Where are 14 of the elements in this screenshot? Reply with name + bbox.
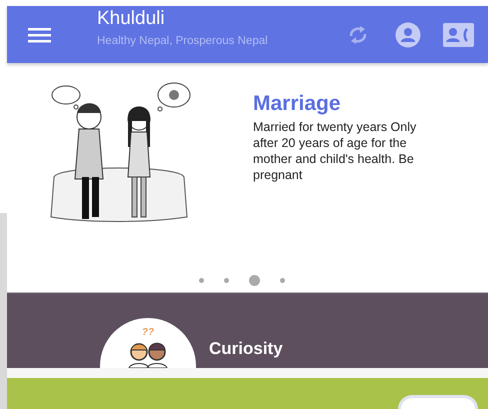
contact-card-button[interactable] [443, 22, 474, 46]
app-subtitle: Healthy Nepal, Prosperous Nepal [97, 34, 269, 49]
slide-indicator-dot[interactable] [224, 278, 228, 283]
question-marks: ?? [142, 328, 154, 338]
contact-card-icon [443, 22, 474, 46]
account-icon [395, 22, 421, 48]
app-title: Khulduli [97, 8, 166, 30]
slide-indicator-dot[interactable] [248, 275, 260, 286]
category-title: Curiosity [209, 338, 283, 360]
slide-indicator-dot[interactable] [280, 278, 284, 283]
slide-text: Married for twenty years Only after 20 years of age for the mother and child's health. Be pregnant [253, 119, 418, 183]
account-button[interactable] [395, 22, 421, 48]
slide-title: Marriage [253, 91, 342, 117]
slide-indicator-dot[interactable] [198, 278, 204, 283]
